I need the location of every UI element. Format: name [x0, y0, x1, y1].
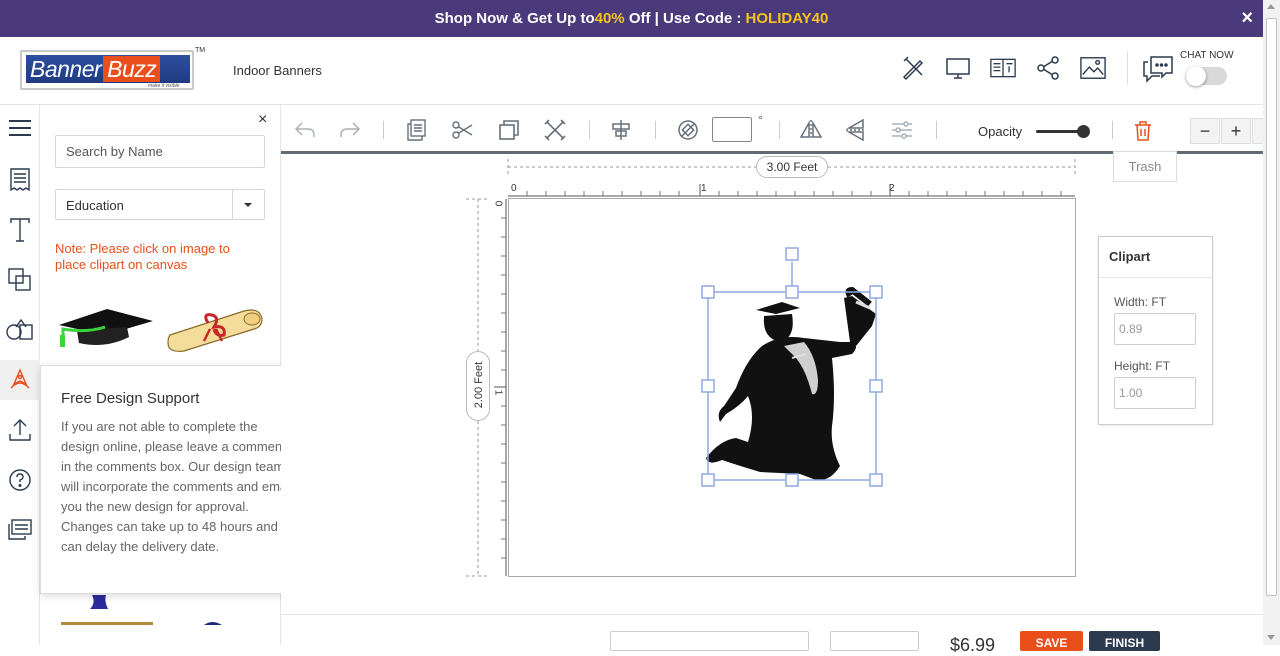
- ruler-y-label: 1: [492, 389, 504, 396]
- ruler-x-label: 0: [511, 183, 517, 194]
- editor-footer: $6.99 SAVE FINISH: [281, 614, 1263, 655]
- ruler-y-label: 0: [492, 200, 504, 207]
- properties-title: Clipart: [1109, 249, 1151, 264]
- finish-button[interactable]: FINISH: [1089, 631, 1160, 651]
- height-unit: FT: [1155, 359, 1171, 373]
- canvas-height-badge: 2.00 Feet: [466, 351, 490, 421]
- selected-clipart[interactable]: [700, 246, 890, 490]
- width-label-text: Width:: [1114, 295, 1149, 309]
- graduate-figure: [706, 286, 876, 481]
- height-label-text: Height:: [1114, 359, 1153, 373]
- canvas-height-label: 2.00 Feet: [473, 361, 485, 409]
- height-input[interactable]: 1.00: [1114, 377, 1196, 409]
- scrollbar-thumb[interactable]: [1266, 18, 1277, 596]
- trash-tooltip: Trash: [1113, 151, 1177, 182]
- page-scrollbar[interactable]: [1263, 0, 1280, 645]
- footer-select-1[interactable]: [610, 631, 809, 651]
- ruler-x-label: 1: [701, 183, 707, 194]
- properties-divider: [1099, 277, 1212, 278]
- scroll-up-arrow[interactable]: [1267, 4, 1275, 9]
- save-button[interactable]: SAVE: [1020, 631, 1083, 651]
- ruler-x-label: 2: [889, 183, 895, 194]
- width-input[interactable]: 0.89: [1114, 313, 1196, 345]
- width-label: Width: FT: [1114, 295, 1166, 309]
- height-label: Height: FT: [1114, 359, 1170, 373]
- price-display: $6.99: [950, 635, 996, 655]
- width-unit: FT: [1151, 295, 1167, 309]
- clipart-properties-panel: Clipart Width: FT 0.89 Height: FT 1.00: [1098, 236, 1213, 425]
- scroll-down-arrow[interactable]: [1267, 635, 1275, 640]
- footer-select-2[interactable]: [830, 631, 919, 651]
- canvas-width-label: 3.00 Feet: [756, 156, 828, 178]
